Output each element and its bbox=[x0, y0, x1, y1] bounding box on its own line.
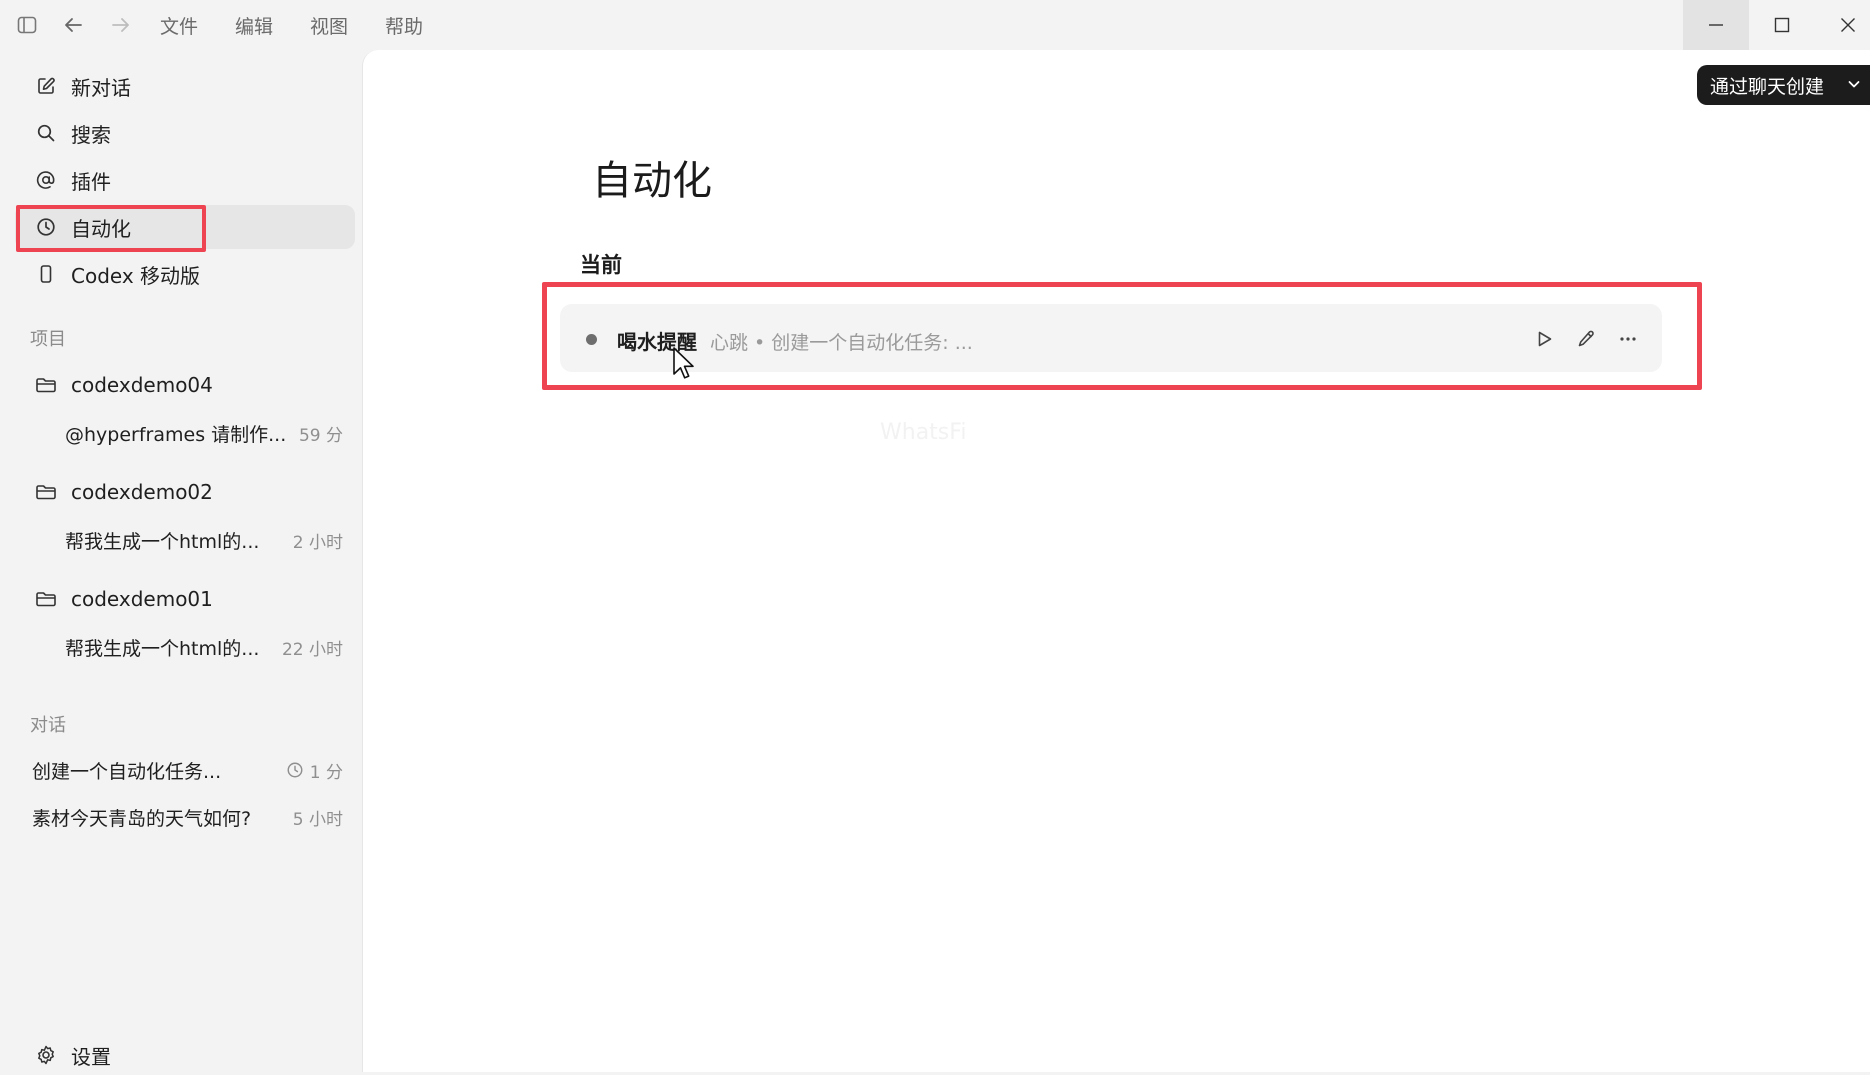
settings-button[interactable]: 设置 bbox=[15, 1035, 215, 1075]
title-bar: 文件 编辑 视图 帮助 bbox=[0, 0, 1870, 50]
conversation-item[interactable]: 创建一个自动化任务... 1 分 bbox=[15, 750, 355, 790]
nav-plugins[interactable]: 插件 bbox=[15, 158, 355, 202]
minimize-icon bbox=[1709, 24, 1723, 26]
nav-label: 插件 bbox=[71, 169, 111, 194]
project-name: codexdemo04 bbox=[71, 373, 213, 397]
page-title: 自动化 bbox=[592, 158, 712, 204]
at-icon bbox=[33, 167, 59, 193]
thread-title: 帮我生成一个html的... bbox=[65, 530, 260, 553]
create-via-chat-label: 通过聊天创建 bbox=[1710, 75, 1825, 98]
close-button[interactable] bbox=[1815, 0, 1870, 50]
projects-section-label: 项目 bbox=[30, 329, 66, 350]
nav-label: 搜索 bbox=[71, 122, 111, 147]
project-thread[interactable]: 帮我生成一个html的... 2 小时 bbox=[15, 520, 355, 560]
watermark: WhatsFi bbox=[880, 420, 967, 445]
sidebar-highlight-box bbox=[16, 205, 206, 252]
clock-icon bbox=[287, 762, 303, 778]
folder-icon bbox=[33, 479, 59, 505]
minimize-button[interactable] bbox=[1683, 0, 1749, 50]
project-folder[interactable]: codexdemo02 bbox=[15, 472, 355, 512]
conversation-time: 1 分 bbox=[309, 762, 343, 783]
current-section-label: 当前 bbox=[580, 253, 622, 277]
nav-search[interactable]: 搜索 bbox=[15, 111, 355, 155]
forward-arrow-icon[interactable] bbox=[106, 10, 136, 40]
back-arrow-icon[interactable] bbox=[58, 10, 88, 40]
thread-time: 22 小时 bbox=[281, 639, 343, 660]
project-folder[interactable]: codexdemo04 bbox=[15, 365, 355, 405]
project-folder[interactable]: codexdemo01 bbox=[15, 579, 355, 619]
menu-view[interactable]: 视图 bbox=[310, 12, 348, 39]
menu-bar: 文件 编辑 视图 帮助 bbox=[160, 0, 460, 50]
conversation-item[interactable]: 素材今天青岛的天气如何? 5 小时 bbox=[15, 797, 355, 837]
nav-new-chat[interactable]: 新对话 bbox=[15, 64, 355, 108]
project-thread[interactable]: 帮我生成一个html的... 22 小时 bbox=[15, 627, 355, 667]
conversation-time-group: 1 分 bbox=[286, 758, 343, 783]
automation-highlight-box bbox=[542, 282, 1702, 390]
conversation-title: 创建一个自动化任务... bbox=[32, 760, 222, 783]
close-icon bbox=[1841, 18, 1855, 32]
conversation-title: 素材今天青岛的天气如何? bbox=[32, 807, 252, 830]
project-thread[interactable]: @hyperframes 请制作... 59 分 bbox=[15, 413, 355, 453]
thread-title: @hyperframes 请制作... bbox=[65, 423, 287, 446]
search-icon bbox=[33, 120, 59, 146]
menu-file[interactable]: 文件 bbox=[160, 12, 198, 39]
conversation-time: 5 小时 bbox=[292, 809, 343, 830]
project-name: codexdemo01 bbox=[71, 587, 213, 611]
thread-title: 帮我生成一个html的... bbox=[65, 637, 260, 660]
sidebar: 新对话 搜索 插件 自动化 Codex 移动版 项目 codexdemo04 @… bbox=[5, 50, 362, 1072]
phone-icon bbox=[33, 261, 59, 287]
main-panel bbox=[362, 50, 1870, 1072]
sidebar-toggle-icon[interactable] bbox=[12, 10, 42, 40]
nav-codex-mobile[interactable]: Codex 移动版 bbox=[15, 252, 355, 296]
folder-icon bbox=[33, 372, 59, 398]
nav-label: Codex 移动版 bbox=[71, 263, 201, 288]
folder-icon bbox=[33, 586, 59, 612]
menu-edit[interactable]: 编辑 bbox=[235, 12, 273, 39]
thread-time: 59 分 bbox=[298, 425, 343, 446]
chevron-down-icon bbox=[1848, 81, 1860, 88]
mouse-cursor-icon bbox=[673, 347, 694, 379]
settings-label: 设置 bbox=[71, 1044, 111, 1069]
project-name: codexdemo02 bbox=[71, 480, 213, 504]
conversations-section-label: 对话 bbox=[30, 715, 66, 736]
nav-label: 新对话 bbox=[71, 75, 131, 100]
maximize-button[interactable] bbox=[1749, 0, 1815, 50]
menu-help[interactable]: 帮助 bbox=[385, 12, 423, 39]
thread-time: 2 小时 bbox=[292, 532, 343, 553]
maximize-icon bbox=[1774, 17, 1790, 33]
create-via-chat-button[interactable]: 通过聊天创建 bbox=[1697, 65, 1870, 105]
edit-icon bbox=[33, 73, 59, 99]
gear-icon bbox=[33, 1042, 59, 1068]
